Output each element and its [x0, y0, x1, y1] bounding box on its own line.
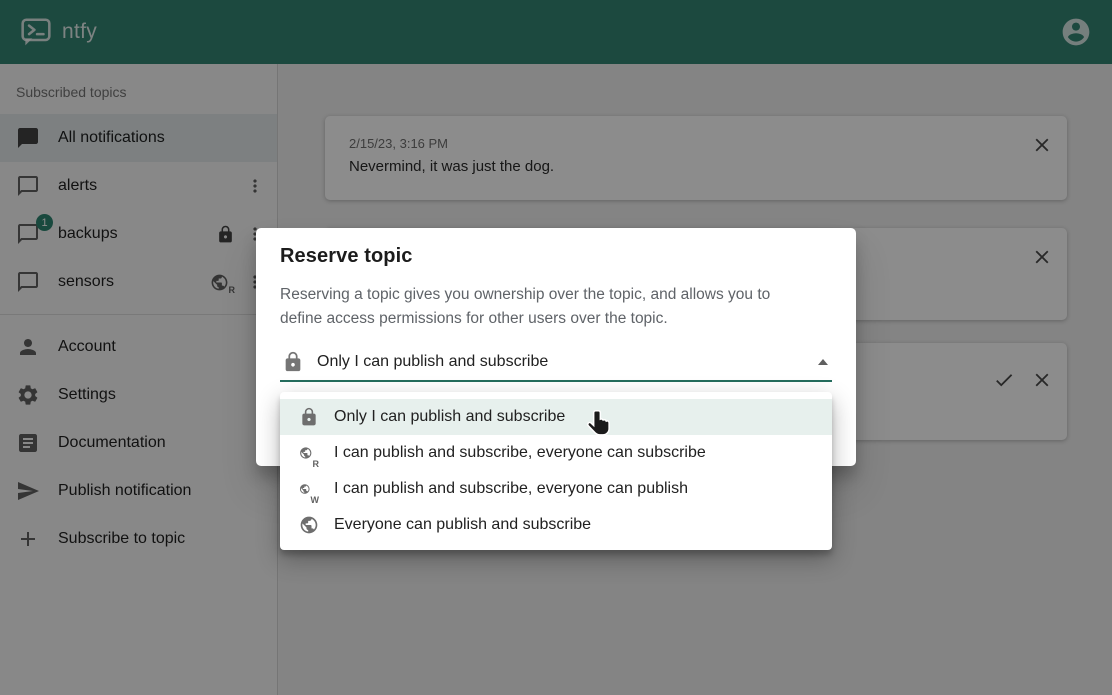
menu-option-only-me[interactable]: Only I can publish and subscribe [280, 399, 832, 435]
dropdown-arrow-icon [818, 359, 828, 365]
access-permission-select[interactable]: Only I can publish and subscribe [280, 344, 832, 382]
dialog-description: Reserving a topic gives you ownership ov… [280, 283, 804, 331]
select-value: Only I can publish and subscribe [317, 353, 818, 371]
menu-option-everyone-write[interactable]: W I can publish and subscribe, everyone … [280, 471, 832, 507]
lock-icon [282, 351, 304, 373]
menu-option-label: Everyone can publish and subscribe [334, 516, 591, 534]
menu-option-label: I can publish and subscribe, everyone ca… [334, 480, 688, 498]
menu-option-label: I can publish and subscribe, everyone ca… [334, 444, 706, 462]
menu-option-label: Only I can publish and subscribe [334, 408, 565, 426]
access-permission-menu: Only I can publish and subscribe R I can… [280, 392, 832, 550]
icon-subscript: W [311, 495, 320, 505]
menu-option-everyone-read[interactable]: R I can publish and subscribe, everyone … [280, 435, 832, 471]
public-icon [299, 515, 319, 535]
lock-icon [299, 407, 319, 427]
public-read-icon: R [299, 443, 319, 463]
icon-subscript: R [313, 459, 320, 469]
dialog-title: Reserve topic [280, 245, 832, 268]
public-write-icon: W [299, 479, 319, 499]
menu-option-everyone-read-write[interactable]: Everyone can publish and subscribe [280, 507, 832, 543]
ntfy-app: ntfy Subscribed topics All notifications… [0, 0, 1112, 695]
